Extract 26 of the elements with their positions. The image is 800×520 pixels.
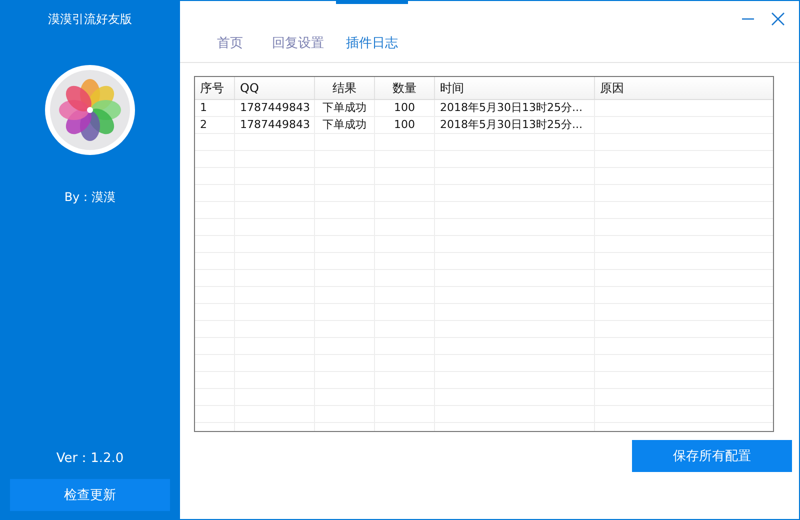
table-cell: 下单成功 — [315, 100, 375, 116]
table-cell: 2018年5月30日13时25分... — [435, 100, 595, 116]
column-header: 原因 — [599, 80, 625, 97]
table-cell: 2 — [195, 117, 235, 133]
close-icon[interactable] — [771, 12, 785, 26]
author-label: By：漠漠 — [64, 189, 116, 206]
tab[interactable]: 首页 — [200, 1, 260, 62]
version-label: Ver：1.2.0 — [56, 450, 124, 467]
table-cell: 1787449843 — [235, 100, 315, 116]
table-cell: 1 — [195, 100, 235, 116]
check-update-button[interactable]: 检查更新 — [10, 479, 170, 511]
table-cell: 100 — [375, 117, 435, 133]
table-cell: 1787449843 — [235, 117, 315, 133]
table-cell: 100 — [375, 100, 435, 116]
column-header: 结果 — [315, 77, 375, 99]
column-header: 时间 — [435, 77, 595, 99]
column-header: QQ — [235, 77, 315, 99]
column-header: 序号 — [195, 77, 235, 99]
tab[interactable]: 回复设置 — [262, 1, 334, 62]
flower-logo-icon — [44, 64, 136, 156]
table-cell: 下单成功 — [315, 117, 375, 133]
tab[interactable]: 插件日志 — [336, 1, 408, 62]
save-all-button[interactable]: 保存所有配置 — [632, 440, 792, 472]
column-header: 数量 — [375, 77, 435, 99]
table-cell: 2018年5月30日13时25分... — [435, 117, 595, 133]
app-title: 漠漠引流好友版 — [48, 11, 132, 28]
